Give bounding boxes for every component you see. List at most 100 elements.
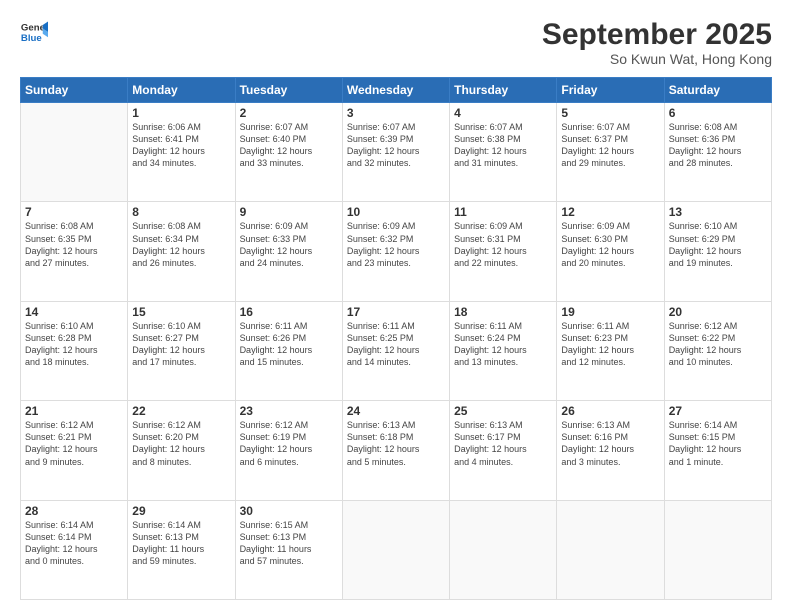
calendar-cell [450, 500, 557, 599]
day-number: 21 [25, 404, 123, 418]
day-number: 20 [669, 305, 767, 319]
day-number: 15 [132, 305, 230, 319]
day-number: 16 [240, 305, 338, 319]
day-number: 22 [132, 404, 230, 418]
calendar-cell: 30Sunrise: 6:15 AM Sunset: 6:13 PM Dayli… [235, 500, 342, 599]
week-row-3: 14Sunrise: 6:10 AM Sunset: 6:28 PM Dayli… [21, 301, 772, 400]
day-info: Sunrise: 6:07 AM Sunset: 6:37 PM Dayligh… [561, 121, 659, 170]
calendar-cell: 2Sunrise: 6:07 AM Sunset: 6:40 PM Daylig… [235, 103, 342, 202]
weekday-header-saturday: Saturday [664, 78, 771, 103]
weekday-header-thursday: Thursday [450, 78, 557, 103]
day-info: Sunrise: 6:08 AM Sunset: 6:36 PM Dayligh… [669, 121, 767, 170]
calendar-cell: 27Sunrise: 6:14 AM Sunset: 6:15 PM Dayli… [664, 401, 771, 500]
day-info: Sunrise: 6:12 AM Sunset: 6:21 PM Dayligh… [25, 419, 123, 468]
day-number: 19 [561, 305, 659, 319]
calendar-table: SundayMondayTuesdayWednesdayThursdayFrid… [20, 77, 772, 600]
calendar-cell: 8Sunrise: 6:08 AM Sunset: 6:34 PM Daylig… [128, 202, 235, 301]
day-number: 26 [561, 404, 659, 418]
day-info: Sunrise: 6:09 AM Sunset: 6:30 PM Dayligh… [561, 220, 659, 269]
calendar-cell: 7Sunrise: 6:08 AM Sunset: 6:35 PM Daylig… [21, 202, 128, 301]
day-number: 13 [669, 205, 767, 219]
calendar-cell: 9Sunrise: 6:09 AM Sunset: 6:33 PM Daylig… [235, 202, 342, 301]
day-info: Sunrise: 6:14 AM Sunset: 6:13 PM Dayligh… [132, 519, 230, 568]
day-number: 4 [454, 106, 552, 120]
day-number: 9 [240, 205, 338, 219]
calendar-cell: 11Sunrise: 6:09 AM Sunset: 6:31 PM Dayli… [450, 202, 557, 301]
day-number: 7 [25, 205, 123, 219]
day-number: 27 [669, 404, 767, 418]
calendar-cell: 18Sunrise: 6:11 AM Sunset: 6:24 PM Dayli… [450, 301, 557, 400]
day-number: 17 [347, 305, 445, 319]
day-number: 14 [25, 305, 123, 319]
day-info: Sunrise: 6:10 AM Sunset: 6:29 PM Dayligh… [669, 220, 767, 269]
day-info: Sunrise: 6:09 AM Sunset: 6:33 PM Dayligh… [240, 220, 338, 269]
calendar-cell [21, 103, 128, 202]
day-info: Sunrise: 6:08 AM Sunset: 6:34 PM Dayligh… [132, 220, 230, 269]
weekday-header-tuesday: Tuesday [235, 78, 342, 103]
day-info: Sunrise: 6:11 AM Sunset: 6:26 PM Dayligh… [240, 320, 338, 369]
day-info: Sunrise: 6:09 AM Sunset: 6:32 PM Dayligh… [347, 220, 445, 269]
day-info: Sunrise: 6:11 AM Sunset: 6:24 PM Dayligh… [454, 320, 552, 369]
day-number: 30 [240, 504, 338, 518]
day-number: 23 [240, 404, 338, 418]
day-info: Sunrise: 6:11 AM Sunset: 6:25 PM Dayligh… [347, 320, 445, 369]
day-info: Sunrise: 6:07 AM Sunset: 6:39 PM Dayligh… [347, 121, 445, 170]
calendar-cell: 22Sunrise: 6:12 AM Sunset: 6:20 PM Dayli… [128, 401, 235, 500]
svg-text:Blue: Blue [21, 33, 42, 44]
day-number: 3 [347, 106, 445, 120]
calendar-cell: 5Sunrise: 6:07 AM Sunset: 6:37 PM Daylig… [557, 103, 664, 202]
calendar-cell: 17Sunrise: 6:11 AM Sunset: 6:25 PM Dayli… [342, 301, 449, 400]
day-number: 18 [454, 305, 552, 319]
day-info: Sunrise: 6:12 AM Sunset: 6:19 PM Dayligh… [240, 419, 338, 468]
header: General Blue September 2025 So Kwun Wat,… [20, 18, 772, 67]
day-info: Sunrise: 6:14 AM Sunset: 6:15 PM Dayligh… [669, 419, 767, 468]
day-info: Sunrise: 6:07 AM Sunset: 6:38 PM Dayligh… [454, 121, 552, 170]
day-info: Sunrise: 6:14 AM Sunset: 6:14 PM Dayligh… [25, 519, 123, 568]
calendar-cell: 23Sunrise: 6:12 AM Sunset: 6:19 PM Dayli… [235, 401, 342, 500]
calendar-cell: 24Sunrise: 6:13 AM Sunset: 6:18 PM Dayli… [342, 401, 449, 500]
day-number: 29 [132, 504, 230, 518]
day-number: 25 [454, 404, 552, 418]
day-number: 11 [454, 205, 552, 219]
calendar-cell: 10Sunrise: 6:09 AM Sunset: 6:32 PM Dayli… [342, 202, 449, 301]
day-info: Sunrise: 6:13 AM Sunset: 6:17 PM Dayligh… [454, 419, 552, 468]
day-info: Sunrise: 6:10 AM Sunset: 6:28 PM Dayligh… [25, 320, 123, 369]
week-row-5: 28Sunrise: 6:14 AM Sunset: 6:14 PM Dayli… [21, 500, 772, 599]
week-row-4: 21Sunrise: 6:12 AM Sunset: 6:21 PM Dayli… [21, 401, 772, 500]
day-number: 28 [25, 504, 123, 518]
calendar-cell: 13Sunrise: 6:10 AM Sunset: 6:29 PM Dayli… [664, 202, 771, 301]
day-info: Sunrise: 6:15 AM Sunset: 6:13 PM Dayligh… [240, 519, 338, 568]
week-row-2: 7Sunrise: 6:08 AM Sunset: 6:35 PM Daylig… [21, 202, 772, 301]
calendar-cell: 3Sunrise: 6:07 AM Sunset: 6:39 PM Daylig… [342, 103, 449, 202]
day-number: 1 [132, 106, 230, 120]
calendar-cell [342, 500, 449, 599]
day-info: Sunrise: 6:13 AM Sunset: 6:16 PM Dayligh… [561, 419, 659, 468]
calendar-cell: 4Sunrise: 6:07 AM Sunset: 6:38 PM Daylig… [450, 103, 557, 202]
day-info: Sunrise: 6:06 AM Sunset: 6:41 PM Dayligh… [132, 121, 230, 170]
title-block: September 2025 So Kwun Wat, Hong Kong [542, 18, 772, 67]
calendar-cell [664, 500, 771, 599]
day-number: 2 [240, 106, 338, 120]
calendar-cell: 21Sunrise: 6:12 AM Sunset: 6:21 PM Dayli… [21, 401, 128, 500]
day-number: 6 [669, 106, 767, 120]
weekday-header-monday: Monday [128, 78, 235, 103]
day-info: Sunrise: 6:11 AM Sunset: 6:23 PM Dayligh… [561, 320, 659, 369]
weekday-header-wednesday: Wednesday [342, 78, 449, 103]
day-info: Sunrise: 6:10 AM Sunset: 6:27 PM Dayligh… [132, 320, 230, 369]
calendar-cell: 12Sunrise: 6:09 AM Sunset: 6:30 PM Dayli… [557, 202, 664, 301]
day-number: 5 [561, 106, 659, 120]
day-info: Sunrise: 6:09 AM Sunset: 6:31 PM Dayligh… [454, 220, 552, 269]
day-info: Sunrise: 6:12 AM Sunset: 6:20 PM Dayligh… [132, 419, 230, 468]
month-title: September 2025 [542, 18, 772, 51]
calendar-cell: 28Sunrise: 6:14 AM Sunset: 6:14 PM Dayli… [21, 500, 128, 599]
day-info: Sunrise: 6:12 AM Sunset: 6:22 PM Dayligh… [669, 320, 767, 369]
day-info: Sunrise: 6:08 AM Sunset: 6:35 PM Dayligh… [25, 220, 123, 269]
calendar-cell: 6Sunrise: 6:08 AM Sunset: 6:36 PM Daylig… [664, 103, 771, 202]
week-row-1: 1Sunrise: 6:06 AM Sunset: 6:41 PM Daylig… [21, 103, 772, 202]
logo: General Blue [20, 18, 48, 46]
day-number: 8 [132, 205, 230, 219]
calendar-cell: 19Sunrise: 6:11 AM Sunset: 6:23 PM Dayli… [557, 301, 664, 400]
calendar-cell [557, 500, 664, 599]
day-info: Sunrise: 6:07 AM Sunset: 6:40 PM Dayligh… [240, 121, 338, 170]
calendar-cell: 20Sunrise: 6:12 AM Sunset: 6:22 PM Dayli… [664, 301, 771, 400]
